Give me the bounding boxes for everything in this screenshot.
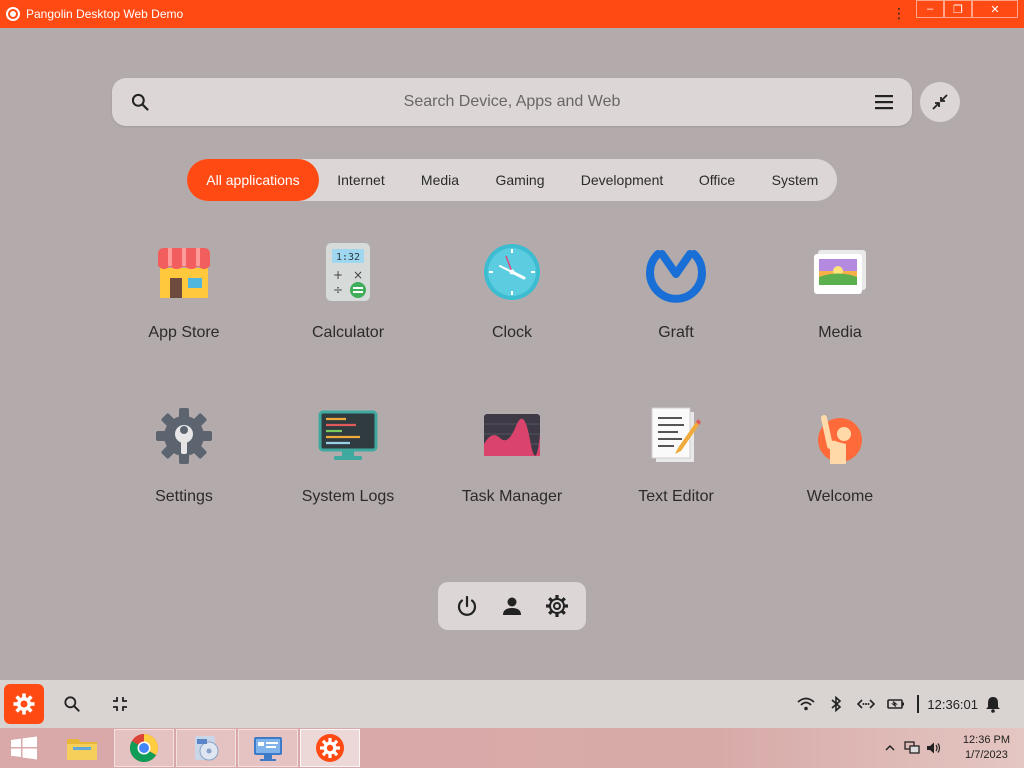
menu-icon[interactable] <box>874 93 894 111</box>
clock-icon <box>484 244 540 300</box>
windows-time: 12:36 PM <box>962 734 1010 746</box>
search-bar <box>112 78 912 126</box>
graft-icon <box>646 250 706 303</box>
app-label: Welcome <box>806 488 874 505</box>
pangolin-taskbar: 12:36:01 <box>0 680 1024 728</box>
media-icon <box>814 250 866 294</box>
svg-text:×: × <box>353 268 363 282</box>
bluetooth-icon[interactable] <box>827 695 845 713</box>
pangolin-logo-icon <box>13 693 35 715</box>
chrome-app[interactable] <box>114 729 174 767</box>
search-input[interactable] <box>112 78 912 126</box>
windows-taskbar: 12:36 PM 1/7/2023 <box>0 728 1024 768</box>
taskbar-clock[interactable]: 12:36:01 <box>927 697 978 712</box>
app-system-logs[interactable]: System Logs <box>266 400 430 526</box>
network-icon[interactable] <box>904 740 920 756</box>
app-clock[interactable]: Clock <box>430 236 594 362</box>
app-label: Text Editor <box>638 488 714 505</box>
app-label: Task Manager <box>461 488 563 505</box>
task-manager-icon <box>484 414 540 456</box>
app-label: Graft <box>658 324 694 341</box>
bell-icon[interactable] <box>984 695 1002 713</box>
app-app-store[interactable]: App Store <box>102 236 266 362</box>
collapse-icon <box>932 94 948 110</box>
media-player-icon <box>195 736 219 761</box>
settings-icon <box>156 408 212 464</box>
network-code-icon[interactable] <box>857 695 876 713</box>
category-tabs: All applications Internet Media Gaming D… <box>187 159 837 201</box>
close-button[interactable]: ✕ <box>972 0 1018 18</box>
app-label: App Store <box>148 324 220 341</box>
gear-icon <box>546 595 569 617</box>
power-icon <box>457 595 476 616</box>
tab-system[interactable]: System <box>753 159 837 201</box>
svg-text:1:32: 1:32 <box>336 252 360 263</box>
windows-date: 1/7/2023 <box>965 749 1008 761</box>
svg-text:+: + <box>333 268 343 282</box>
compress-icon[interactable] <box>110 694 130 714</box>
file-explorer-icon <box>67 739 97 760</box>
kebab-menu-icon[interactable]: ⋮ <box>892 5 906 22</box>
tab-media[interactable]: Media <box>403 159 477 201</box>
app-calculator[interactable]: 1:32 + × ÷ Calculator <box>266 236 430 362</box>
user-icon <box>502 597 521 615</box>
app-grid: App Store 1:32 + × ÷ Calculator Clock Gr… <box>102 236 922 526</box>
search-icon[interactable] <box>62 694 82 714</box>
app-label: Clock <box>491 324 532 341</box>
launcher-button[interactable] <box>4 684 44 724</box>
search-icon[interactable] <box>130 92 150 112</box>
restore-button[interactable]: ❐ <box>944 0 972 18</box>
battery-icon[interactable] <box>887 695 905 713</box>
power-button[interactable] <box>454 593 480 619</box>
media-player-app[interactable] <box>176 729 236 767</box>
tray-divider <box>917 695 920 713</box>
calculator-icon: 1:32 + × ÷ <box>326 243 370 301</box>
app-label: Calculator <box>311 324 385 341</box>
tab-office[interactable]: Office <box>681 159 753 201</box>
svg-text:÷: ÷ <box>333 283 343 297</box>
text-editor-icon <box>651 407 701 462</box>
welcome-icon <box>814 410 866 464</box>
wifi-icon[interactable] <box>797 695 815 713</box>
volume-icon[interactable] <box>926 740 942 756</box>
chevron-up-icon[interactable] <box>882 740 898 756</box>
control-panel-app[interactable] <box>238 729 298 767</box>
minimize-button[interactable]: – <box>916 0 944 18</box>
system-logs-icon <box>318 410 378 460</box>
app-media[interactable]: Media <box>758 236 922 362</box>
windows-clock[interactable]: 12:36 PM 1/7/2023 <box>963 733 1010 763</box>
app-task-manager[interactable]: Task Manager <box>430 400 594 526</box>
power-bar <box>438 582 586 630</box>
chrome-icon <box>130 734 158 762</box>
window-title: Pangolin Desktop Web Demo <box>26 7 184 21</box>
pangolin-app[interactable] <box>300 729 360 767</box>
app-label: Settings <box>155 488 213 505</box>
app-store-icon <box>158 248 210 298</box>
app-settings[interactable]: Settings <box>102 400 266 526</box>
app-text-editor[interactable]: Text Editor <box>594 400 758 526</box>
app-label: Media <box>818 324 862 341</box>
tab-gaming[interactable]: Gaming <box>477 159 563 201</box>
tab-internet[interactable]: Internet <box>319 159 403 201</box>
windows-system-tray: 12:36 PM 1/7/2023 <box>879 728 1010 768</box>
user-button[interactable] <box>499 593 525 619</box>
settings-button[interactable] <box>544 593 570 619</box>
tab-development[interactable]: Development <box>563 159 681 201</box>
pangolin-icon <box>316 734 344 762</box>
window-title-bar: Pangolin Desktop Web Demo ⋮ – ❐ ✕ <box>0 0 1024 28</box>
pangolin-app-icon <box>6 7 20 21</box>
windows-start-icon[interactable] <box>10 736 38 760</box>
file-explorer-app[interactable] <box>52 729 112 767</box>
collapse-button[interactable] <box>920 82 960 122</box>
tab-all-applications[interactable]: All applications <box>187 159 319 201</box>
app-graft[interactable]: Graft <box>594 236 758 362</box>
app-label: System Logs <box>301 488 395 505</box>
control-panel-icon <box>254 737 282 761</box>
app-welcome[interactable]: Welcome <box>758 400 922 526</box>
